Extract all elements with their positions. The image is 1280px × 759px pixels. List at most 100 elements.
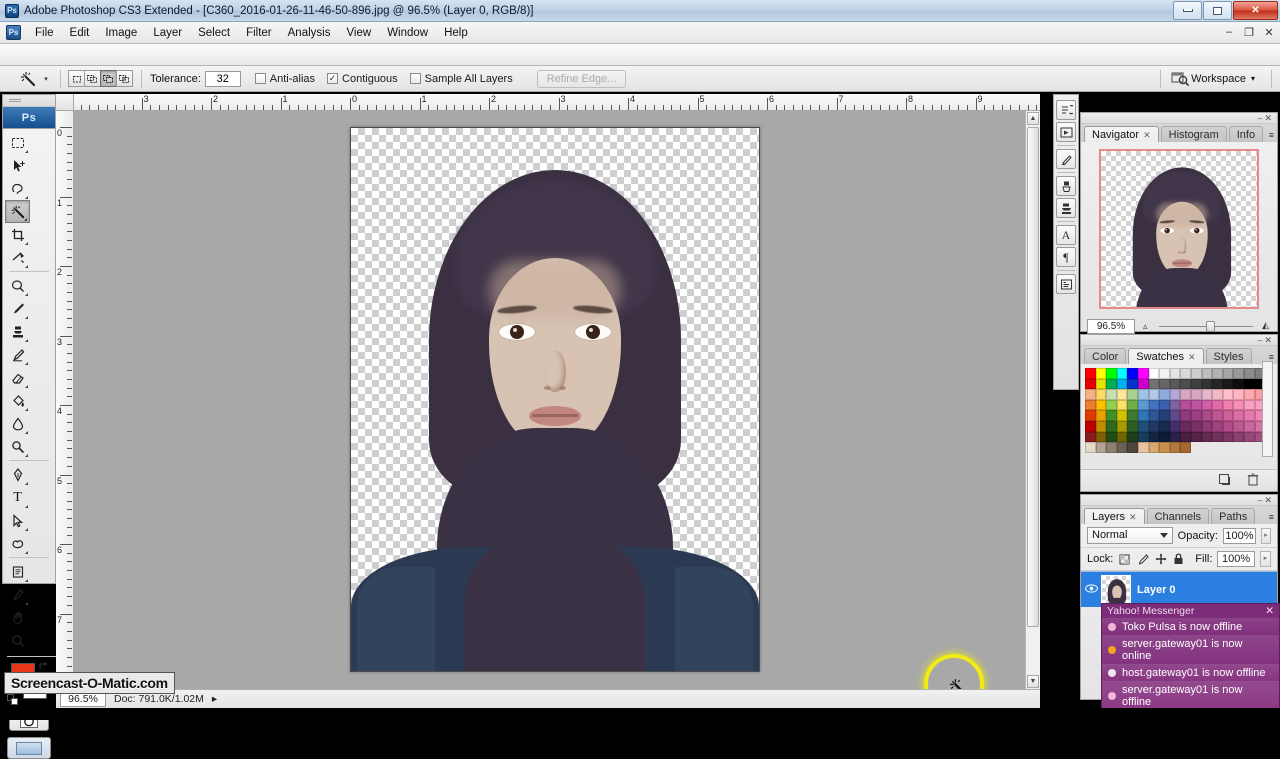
navigator-zoom-input[interactable]: 96.5% [1087,319,1135,334]
menu-file[interactable]: File [27,24,62,42]
horizontal-type-tool[interactable]: T [5,486,30,509]
color-swatch[interactable] [1138,432,1149,443]
color-swatch[interactable] [1233,432,1244,443]
zoom-in-icon[interactable]: ◭ [1262,320,1269,331]
tab-paths[interactable]: Paths [1211,508,1255,524]
menu-filter[interactable]: Filter [238,24,280,42]
color-swatch[interactable] [1244,368,1255,379]
color-swatch[interactable] [1212,368,1223,379]
paragraph-panel-icon[interactable]: ¶ [1056,247,1076,267]
paint-bucket-tool[interactable] [5,389,30,412]
scroll-down-button[interactable]: ▼ [1027,675,1039,688]
yahoo-message-row[interactable]: server.gateway01 is now online [1102,635,1279,664]
color-swatch[interactable] [1159,410,1170,421]
color-swatch[interactable] [1138,410,1149,421]
close-icon[interactable]: ✕ [1188,352,1196,362]
contiguous-checkbox[interactable]: ✓ [327,73,338,84]
color-swatch[interactable] [1170,442,1181,453]
layers-window-buttons[interactable]: –✕ [1257,495,1274,506]
default-colors-icon[interactable] [7,694,18,705]
color-swatch[interactable] [1085,442,1096,453]
yahoo-messenger-popup[interactable]: Yahoo! Messenger ✕ Toko Pulsa is now off… [1101,603,1280,720]
zoom-slider-knob[interactable] [1206,321,1215,332]
color-swatch[interactable] [1212,432,1223,443]
tab-channels[interactable]: Channels [1147,508,1209,524]
color-swatch[interactable] [1233,368,1244,379]
color-swatch[interactable] [1096,432,1107,443]
color-swatch[interactable] [1085,379,1096,390]
color-swatch[interactable] [1223,389,1234,400]
tool-presets-panel-icon[interactable] [1056,149,1076,169]
hand-tool[interactable] [5,606,30,629]
navigator-flyout-menu-icon[interactable]: ≡ [1269,130,1274,140]
color-swatch[interactable] [1180,421,1191,432]
color-swatch[interactable] [1244,389,1255,400]
menu-image[interactable]: Image [97,24,145,42]
maximize-button[interactable] [1203,1,1232,20]
eraser-tool[interactable] [5,366,30,389]
yahoo-message-row[interactable]: Toko Pulsa is now offline [1102,618,1279,635]
navigator-drag-handle[interactable]: –✕ [1081,113,1277,124]
add-to-selection-button[interactable] [84,70,101,87]
lock-transparent-pixels-icon[interactable] [1118,552,1131,566]
color-swatch[interactable] [1180,368,1191,379]
canvas-vertical-scrollbar[interactable]: ▲ ▼ [1025,111,1040,689]
menu-edit[interactable]: Edit [62,24,98,42]
horizontal-ruler[interactable]: 3210123456789 [74,94,1040,111]
color-swatch[interactable] [1244,400,1255,411]
opacity-input[interactable]: 100% [1223,528,1256,544]
refine-edge-button[interactable]: Refine Edge... [537,70,627,88]
color-swatch[interactable] [1096,379,1107,390]
color-swatch[interactable] [1117,432,1128,443]
color-swatch[interactable] [1202,421,1213,432]
scroll-up-button[interactable]: ▲ [1027,112,1039,125]
magic-wand-tool[interactable] [5,200,30,223]
swatches-scrollbar[interactable] [1262,361,1273,457]
color-swatch[interactable] [1127,368,1138,379]
color-swatch[interactable] [1212,421,1223,432]
layer-name[interactable]: Layer 0 [1137,584,1176,596]
color-swatch[interactable] [1180,410,1191,421]
color-swatch[interactable] [1096,442,1107,453]
subtract-from-selection-button[interactable] [100,70,117,87]
color-swatch[interactable] [1106,442,1117,453]
blend-mode-select[interactable]: Normal [1087,527,1173,544]
color-swatch[interactable] [1223,368,1234,379]
tolerance-input[interactable]: 32 [205,71,241,87]
crop-tool[interactable] [5,223,30,246]
color-swatch[interactable] [1244,379,1255,390]
go-to-bridge-icon[interactable] [1169,69,1191,89]
dodge-tool[interactable] [5,435,30,458]
color-swatch[interactable] [1149,421,1160,432]
menu-analysis[interactable]: Analysis [280,24,339,42]
vertical-ruler[interactable]: 01234567 [56,111,74,689]
color-swatch[interactable] [1127,389,1138,400]
color-swatch[interactable] [1127,442,1138,453]
document-restore-button[interactable]: ❐ [1241,25,1257,39]
color-swatch[interactable] [1170,389,1181,400]
color-swatch[interactable] [1159,442,1170,453]
opacity-stepper[interactable]: ▸ [1261,528,1271,544]
color-swatch[interactable] [1149,389,1160,400]
history-brush-tool[interactable] [5,343,30,366]
healing-brush-tool[interactable] [5,274,30,297]
zoom-tool[interactable] [5,629,30,652]
lock-all-icon[interactable] [1172,552,1185,566]
navigator-close-button[interactable]: ✕ [1264,113,1274,123]
color-swatch[interactable] [1170,379,1181,390]
layer-row-layer0[interactable]: Layer 0 [1081,571,1277,607]
brushes-panel-icon[interactable] [1056,176,1076,196]
color-swatch[interactable] [1191,410,1202,421]
color-swatch[interactable] [1138,368,1149,379]
color-swatch[interactable] [1117,410,1128,421]
color-swatch[interactable] [1149,400,1160,411]
navigator-zoom-slider[interactable]: ▵ ◭ [1141,320,1271,333]
tab-info[interactable]: Info [1229,126,1263,142]
color-swatch[interactable] [1096,421,1107,432]
color-swatch[interactable] [1085,400,1096,411]
navigator-window-buttons[interactable]: –✕ [1257,113,1274,124]
character-panel-icon[interactable]: A [1056,225,1076,245]
color-swatch[interactable] [1223,432,1234,443]
color-swatch[interactable] [1127,400,1138,411]
notes-tool[interactable] [5,560,30,583]
